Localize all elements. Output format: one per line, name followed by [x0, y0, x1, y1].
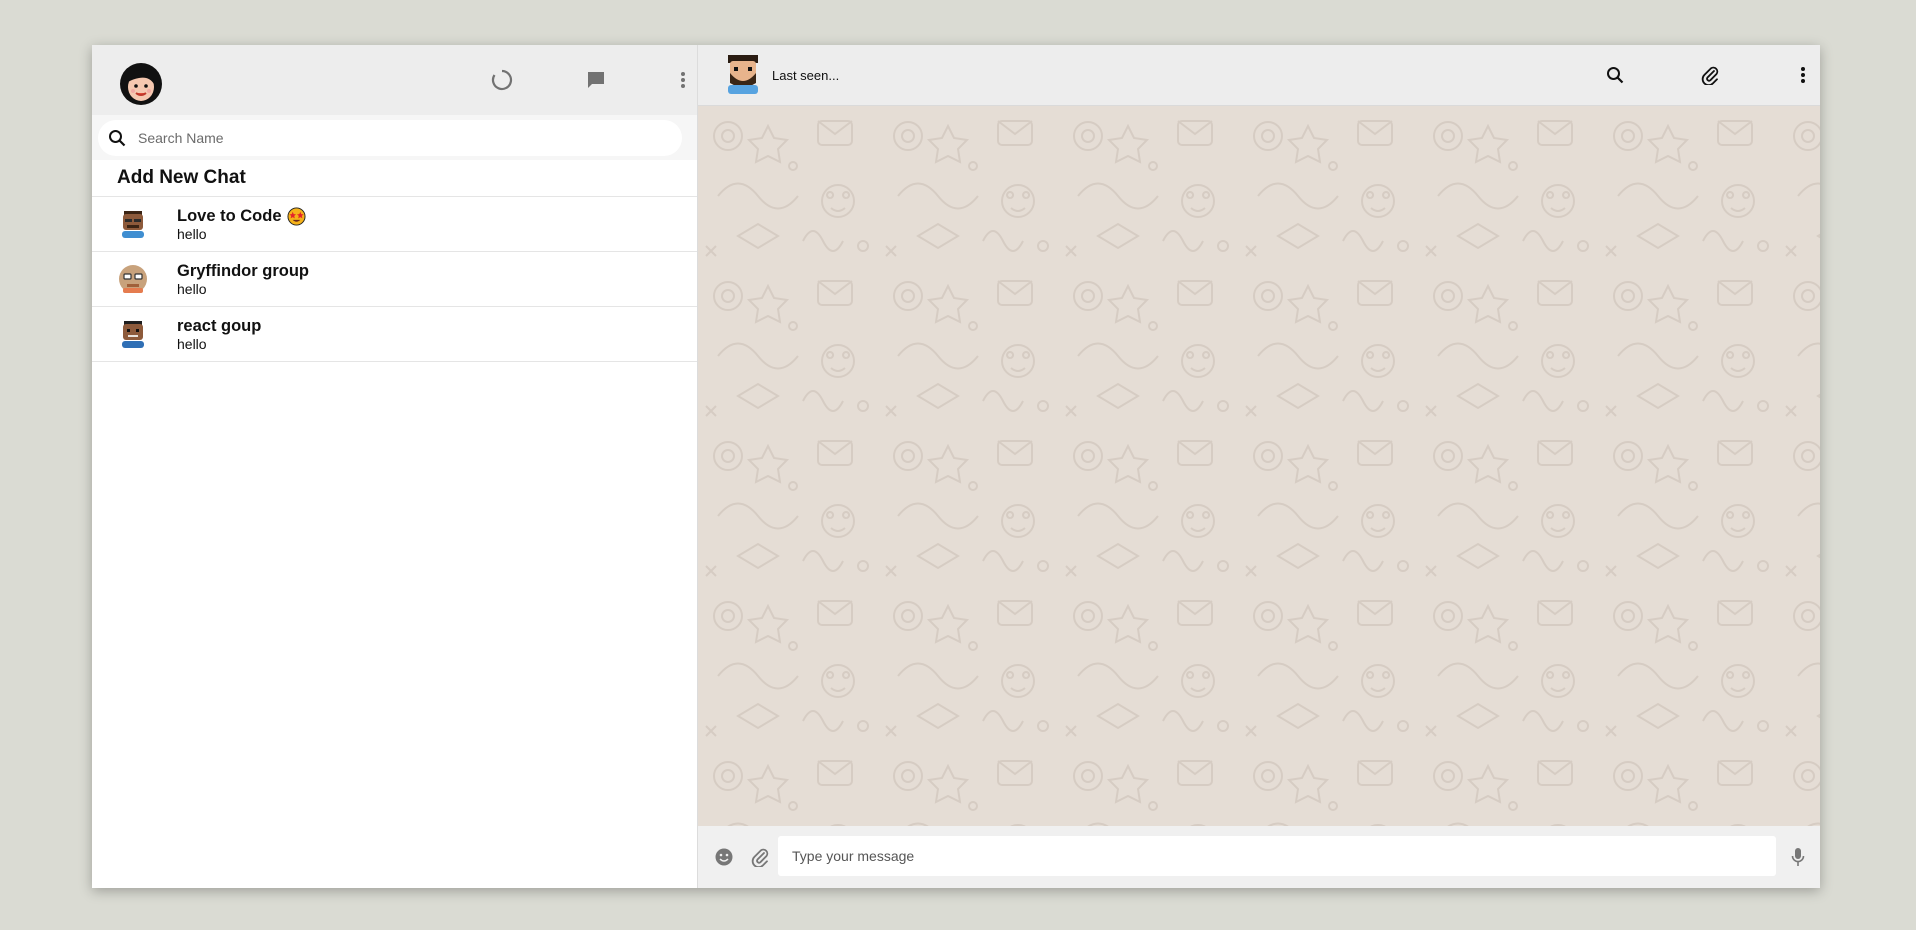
search-box — [98, 119, 682, 156]
chat-avatar — [122, 211, 144, 238]
chat-footer — [698, 826, 1820, 888]
doodle-background — [698, 106, 1820, 826]
chat-avatar — [119, 265, 147, 293]
sidebar: Add New Chat Love to Code — [92, 45, 698, 888]
chat-last-message: hello — [177, 336, 207, 352]
chat-name-text: Love to Code — [177, 207, 282, 225]
chat-avatar — [122, 321, 144, 348]
status-icon[interactable] — [490, 68, 514, 92]
chat-messages-area — [698, 106, 1820, 826]
mic-icon[interactable] — [1787, 846, 1809, 868]
search-input[interactable] — [136, 128, 660, 147]
chat-panel: Last seen... — [698, 45, 1820, 888]
search-icon[interactable] — [1603, 63, 1627, 87]
chat-list: Love to Code hello Gryffindor group hell… — [92, 197, 697, 362]
chat-name-text: Gryffindor group — [177, 262, 309, 280]
more-vertical-icon[interactable] — [1791, 63, 1815, 87]
chat-name: Love to Code — [177, 207, 306, 226]
more-vertical-icon[interactable] — [671, 68, 695, 92]
message-input[interactable] — [778, 836, 1776, 876]
chat-last-message: hello — [177, 281, 207, 297]
chat-list-item[interactable]: Love to Code hello — [92, 197, 697, 252]
chat-avatar[interactable] — [724, 53, 762, 95]
chat-name: Gryffindor group — [177, 262, 309, 281]
search-icon — [106, 127, 128, 149]
chat-name: react goup — [177, 317, 261, 336]
chat-last-message: hello — [177, 226, 207, 242]
chat-list-item[interactable]: react goup hello — [92, 307, 697, 362]
attach-icon[interactable] — [1698, 63, 1722, 87]
add-new-chat-button[interactable]: Add New Chat — [92, 160, 697, 197]
star-struck-emoji-icon — [286, 207, 306, 226]
attach-icon[interactable] — [749, 846, 771, 868]
app-window: Add New Chat Love to Code — [92, 45, 1820, 888]
new-chat-icon[interactable] — [584, 68, 608, 92]
user-avatar[interactable] — [119, 62, 163, 106]
chat-name-text: react goup — [177, 317, 262, 335]
sidebar-header — [92, 45, 697, 115]
search-bar — [92, 115, 697, 160]
chat-header: Last seen... — [698, 45, 1820, 106]
last-seen-status: Last seen... — [772, 68, 840, 83]
chat-list-item[interactable]: Gryffindor group hello — [92, 252, 697, 307]
emoji-icon[interactable] — [713, 846, 735, 868]
